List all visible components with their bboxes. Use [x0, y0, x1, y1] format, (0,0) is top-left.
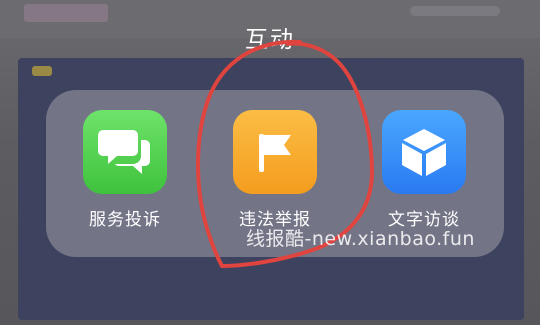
app-label: 服务投诉	[89, 210, 161, 230]
background-status	[410, 6, 500, 16]
flag-icon[interactable]	[233, 110, 317, 194]
app-text-interview[interactable]: 文字访谈	[369, 110, 479, 230]
folder-title: 互动	[245, 27, 295, 53]
cube-icon[interactable]	[382, 110, 466, 194]
watermark-text: 线报酷-new.xianbao.fun	[246, 228, 475, 250]
speech-bubbles-icon[interactable]	[83, 110, 167, 194]
background-badge	[32, 66, 52, 76]
app-illegal-report[interactable]: 违法举报	[220, 110, 330, 230]
app-service-complaint[interactable]: 服务投诉	[70, 110, 180, 230]
